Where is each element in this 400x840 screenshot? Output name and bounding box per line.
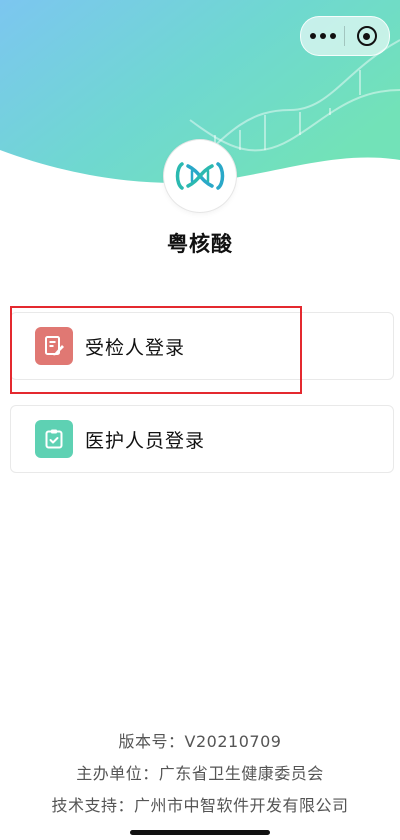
tech-support-text: 技术支持：广州市中智软件开发有限公司	[51, 796, 349, 815]
document-edit-icon	[35, 327, 73, 365]
organizer-text: 主办单位：广东省卫生健康委员会	[76, 764, 324, 783]
app-title: 粤核酸	[167, 232, 233, 256]
more-options-icon[interactable]	[301, 17, 344, 55]
app-logo	[164, 140, 236, 212]
subject-login-label: 受检人登录	[85, 336, 186, 359]
medical-staff-login-button[interactable]: 医护人员登录	[10, 405, 394, 473]
home-indicator[interactable]	[130, 830, 270, 835]
dna-logo-icon	[175, 162, 225, 190]
mini-program-capsule	[300, 16, 390, 56]
close-mini-program-icon[interactable]	[345, 17, 388, 55]
subject-login-button[interactable]: 受检人登录	[10, 312, 394, 380]
version-text: 版本号：V20210709	[118, 732, 282, 751]
medical-staff-login-label: 医护人员登录	[85, 429, 206, 452]
clipboard-check-icon	[35, 420, 73, 458]
